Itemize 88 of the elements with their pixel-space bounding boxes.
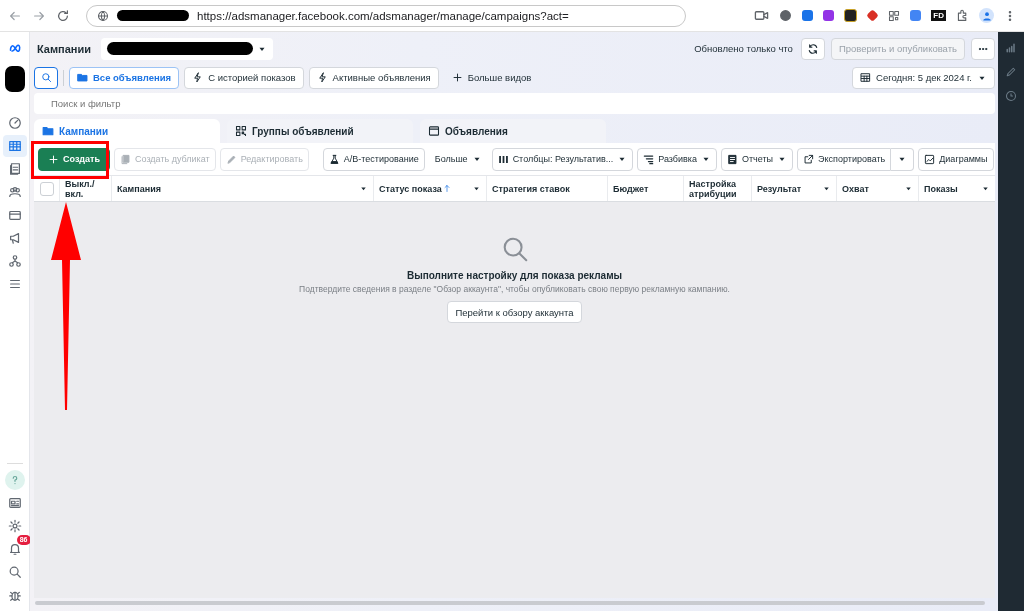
empty-title: Выполните настройку для показа рекламы	[406, 270, 623, 281]
nav-item[interactable]	[2, 135, 27, 157]
redaction	[4, 66, 25, 92]
column-header[interactable]: Результат	[751, 176, 836, 201]
column-header[interactable]: Охват	[836, 176, 918, 201]
reload-icon[interactable]	[56, 8, 70, 23]
search-button[interactable]	[34, 66, 58, 89]
column-header[interactable]: Статус показа	[373, 176, 486, 201]
window-icon	[428, 125, 440, 137]
checkbox[interactable]	[39, 181, 54, 196]
column-header[interactable]: Настройка атрибуции	[683, 176, 751, 201]
bell-icon	[7, 542, 22, 556]
gauge-icon	[7, 116, 22, 130]
level-tab[interactable]: Кампании	[34, 119, 220, 143]
toolbar-button[interactable]: A/B-тестирование	[322, 147, 425, 171]
search-field[interactable]: Поиск и фильтр	[34, 93, 995, 114]
export-icon	[803, 153, 815, 165]
people-icon	[7, 185, 22, 199]
refresh-button[interactable]	[800, 37, 825, 60]
reports-icon	[727, 153, 738, 165]
folder-icon	[77, 72, 88, 83]
lightning-icon	[316, 72, 328, 83]
url-text: https://adsmanager.facebook.com/adsmanager/manage/campaigns?act=	[197, 9, 569, 22]
copy-icon	[120, 153, 131, 165]
pencil-icon[interactable]	[1005, 66, 1017, 78]
column-header[interactable]: Бюджет	[607, 176, 683, 201]
toolbar-button[interactable]: Создать	[38, 147, 110, 171]
sort-arrow-icon	[442, 184, 451, 193]
newspaper-icon	[7, 496, 22, 510]
caret-icon	[472, 184, 481, 193]
camera-icon[interactable]	[754, 8, 770, 23]
update-status: Обновлено только что	[694, 43, 793, 54]
clock-icon[interactable]	[1005, 90, 1017, 102]
search-icon	[40, 72, 52, 83]
date-range-button[interactable]: Сегодня: 5 дек 2024 г.	[852, 66, 995, 89]
network-icon	[7, 254, 22, 268]
search-icon	[7, 565, 22, 579]
pages-icon	[7, 162, 22, 176]
calendar-icon	[860, 72, 872, 83]
column-header[interactable]: Кампания	[111, 176, 373, 201]
view-tab[interactable]: Все объявления	[69, 66, 180, 89]
extension-icon[interactable]	[844, 9, 858, 22]
view-tab[interactable]: Активные объявления	[308, 66, 439, 89]
column-header[interactable]: Показы	[918, 176, 995, 201]
page-title: Кампании	[37, 42, 92, 55]
view-tab[interactable]: Больше видов	[443, 66, 540, 89]
more-button[interactable]	[971, 37, 995, 60]
toolbar-button[interactable]: Столбцы: Результатив...	[491, 147, 634, 171]
view-tab[interactable]: С историей показов	[184, 66, 304, 89]
toolbar-button[interactable]: Разбивка	[637, 147, 717, 171]
chart-icon	[924, 153, 936, 165]
flask-icon	[328, 153, 340, 165]
toolbar-button[interactable]: Отчеты	[721, 147, 794, 171]
card-icon	[7, 208, 22, 222]
menu-icon	[7, 277, 22, 291]
level-tab[interactable]: Объявления	[420, 119, 606, 143]
breakdown-icon	[643, 153, 655, 165]
toolbar-button[interactable]: Экспортировать	[797, 147, 892, 171]
lightning-icon	[192, 72, 204, 83]
settings-icon	[7, 519, 22, 533]
caret-icon	[981, 184, 990, 193]
caret-icon	[822, 184, 831, 193]
caret-icon	[904, 184, 913, 193]
scrollbar[interactable]	[35, 601, 985, 605]
globe-icon	[97, 9, 109, 22]
plus-icon	[451, 72, 463, 83]
grid-icon	[235, 125, 247, 137]
empty-message: Подтвердите сведения в разделе "Обзор аккаунта", чтобы опубликовать свою первую рекламную кампанию.	[299, 284, 730, 294]
toolbar-button[interactable]: Диаграммы	[918, 147, 994, 171]
column-header[interactable]: Выкл./ вкл.	[59, 176, 111, 201]
refresh-icon	[806, 42, 819, 55]
caret-icon	[359, 184, 368, 193]
account-dropdown[interactable]	[101, 37, 274, 60]
person-icon	[981, 10, 992, 21]
redaction	[117, 10, 189, 21]
pencil-icon	[225, 153, 237, 165]
table-icon	[7, 139, 22, 153]
megaphone-icon	[7, 231, 22, 245]
folder-icon	[42, 125, 54, 137]
qr-code-icon[interactable]	[888, 9, 901, 22]
columns-icon	[497, 153, 509, 165]
column-header[interactable]: Стратегия ставок	[486, 176, 607, 201]
puzzle-icon[interactable]	[956, 9, 969, 22]
plus-icon	[48, 153, 59, 165]
bar-chart-icon[interactable]	[1005, 42, 1017, 54]
extension-icon[interactable]: FD	[931, 10, 946, 21]
account-overview-button[interactable]: Перейти к обзору аккаунта	[447, 301, 582, 323]
profile-avatar[interactable]	[979, 8, 994, 23]
